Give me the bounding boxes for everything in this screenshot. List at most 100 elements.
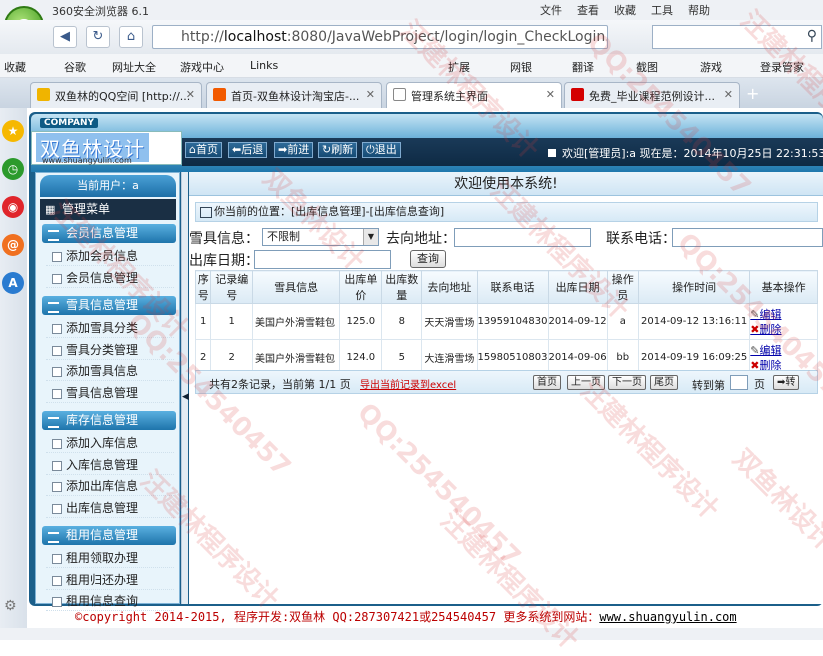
- nav-label: 退出: [374, 143, 397, 156]
- menu-item[interactable]: 租用归还办理: [46, 570, 174, 590]
- equipment-select[interactable]: 不限制 ▼: [262, 228, 379, 246]
- fav-login-manager[interactable]: 登录管家: [760, 59, 804, 75]
- home-button[interactable]: ⌂: [119, 26, 143, 48]
- menu-item[interactable]: 雪具分类管理: [46, 340, 174, 360]
- tab-admin-main[interactable]: 管理系统主界面 ✕: [386, 82, 562, 109]
- menu-tools[interactable]: 工具: [651, 2, 673, 18]
- date-input[interactable]: [254, 250, 391, 269]
- column-header: 联系电话: [476, 270, 549, 304]
- fav-games-center[interactable]: 游戏中心: [180, 59, 224, 75]
- new-tab-button[interactable]: +: [746, 84, 759, 103]
- nav-forward-button[interactable]: ➡前进: [274, 142, 314, 158]
- export-excel-link[interactable]: 导出当前记录到excel: [360, 376, 456, 391]
- menu-group-header[interactable]: 库存信息管理: [42, 411, 176, 430]
- delete-link[interactable]: ✖删除: [750, 322, 817, 337]
- back-button[interactable]: ◀: [53, 26, 77, 48]
- pencil-icon: ✎: [750, 343, 760, 357]
- menu-item[interactable]: 租用领取办理: [46, 548, 174, 568]
- url-host: localhost: [223, 29, 287, 45]
- tab-taobao[interactable]: 首页-双鱼林设计淘宝店-... ✕: [206, 82, 382, 108]
- tab-label: 首页-双鱼林设计淘宝店-...: [231, 90, 360, 103]
- menu-group-header[interactable]: 雪具信息管理: [42, 296, 176, 315]
- welcome-text: 欢迎[管理员]:a 现在是：2014年10月25日 22:31:53: [562, 147, 823, 160]
- menu-group-header[interactable]: 会员信息管理: [42, 224, 176, 243]
- menu-item[interactable]: 添加入库信息: [46, 433, 174, 453]
- phone-label: 联系电话：: [606, 231, 676, 247]
- last-page-button[interactable]: 尾页: [650, 375, 678, 390]
- fav-collect[interactable]: 收藏: [4, 59, 26, 75]
- prev-page-button[interactable]: 上一页: [567, 375, 605, 390]
- menu-item[interactable]: 雪具信息管理: [46, 383, 174, 403]
- edit-link[interactable]: ✎编辑: [750, 343, 817, 358]
- brand-logo: 双鱼林设计 www.shuangyulin.com: [31, 131, 182, 165]
- menu-item[interactable]: 会员信息管理: [46, 268, 174, 288]
- browser-search-input[interactable]: ⚲: [652, 25, 822, 49]
- menu-item[interactable]: 添加会员信息: [46, 246, 174, 266]
- fav-extensions[interactable]: 扩展: [448, 59, 470, 75]
- menu-file[interactable]: 文件: [540, 2, 562, 18]
- menu-item[interactable]: 入库信息管理: [46, 455, 174, 475]
- fav-google[interactable]: 谷歌: [64, 59, 86, 75]
- nav-logout-button[interactable]: ⏻退出: [362, 142, 401, 158]
- settings-icon[interactable]: ⚙: [4, 598, 17, 614]
- destination-label: 去向地址：: [386, 231, 456, 247]
- clock-icon[interactable]: ◷: [2, 158, 24, 180]
- menu-group-header[interactable]: 租用信息管理: [42, 526, 176, 545]
- management-menu-label: 管理菜单: [62, 202, 111, 216]
- nav-back-button[interactable]: ⬅后退: [228, 142, 268, 158]
- grid-icon: ▦: [45, 203, 56, 216]
- edit-link[interactable]: ✎编辑: [750, 307, 817, 322]
- tab-qq-space[interactable]: 双鱼林的QQ空间 [http://... ✕: [30, 82, 202, 108]
- nav-refresh-button[interactable]: ↻刷新: [318, 142, 358, 158]
- menu-favorites[interactable]: 收藏: [614, 2, 636, 18]
- menu-item[interactable]: 添加雪具信息: [46, 361, 174, 381]
- taobao-icon: [213, 88, 226, 101]
- first-page-button[interactable]: 首页: [533, 375, 561, 390]
- tab-free-course[interactable]: 免费_毕业课程范例设计... ✕: [564, 82, 740, 108]
- fav-banking[interactable]: 网银: [510, 59, 532, 75]
- mail-icon[interactable]: @: [2, 234, 24, 256]
- equipment-label: 雪具信息：: [189, 231, 259, 247]
- close-icon[interactable]: ✕: [546, 88, 555, 101]
- tab-label: 双鱼林的QQ空间 [http://...: [55, 90, 191, 103]
- browser-sidebar: [0, 108, 27, 640]
- next-page-button[interactable]: 下一页: [608, 375, 646, 390]
- collapse-arrow-icon[interactable]: ◀: [182, 392, 189, 402]
- close-icon[interactable]: ✕: [724, 88, 733, 101]
- square-icon: [548, 149, 556, 157]
- chevron-down-icon[interactable]: ▼: [363, 229, 378, 245]
- fav-translate[interactable]: 翻译: [572, 59, 594, 75]
- panel-splitter[interactable]: ◀: [181, 172, 189, 604]
- menu-view[interactable]: 查看: [577, 2, 599, 18]
- star-icon[interactable]: ★: [2, 120, 24, 142]
- refresh-button[interactable]: ↻: [86, 26, 110, 48]
- destination-input[interactable]: [454, 228, 591, 247]
- delete-label: 删除: [759, 322, 782, 336]
- goto-button-label: 转: [785, 377, 796, 388]
- query-button[interactable]: 查询: [410, 250, 446, 268]
- fav-sites[interactable]: 网址大全: [112, 59, 156, 75]
- menu-item[interactable]: 添加雪具分类: [46, 318, 174, 338]
- search-icon[interactable]: ⚲: [807, 28, 817, 44]
- close-icon[interactable]: ✕: [186, 88, 195, 101]
- app-icon[interactable]: A: [2, 272, 24, 294]
- goto-button[interactable]: ➡转: [773, 375, 800, 390]
- url-input[interactable]: http://localhost:8080/JavaWebProject/log…: [152, 25, 608, 49]
- url-rest: :8080/JavaWebProject/login/login_CheckLo…: [286, 29, 608, 45]
- menu-item[interactable]: 添加出库信息: [46, 476, 174, 496]
- delete-x-icon: ✖: [750, 322, 760, 336]
- menu-help[interactable]: 帮助: [688, 2, 710, 18]
- table-cell: 125.0: [339, 303, 383, 340]
- footer-site-link[interactable]: www.shuangyulin.com: [599, 610, 736, 624]
- fav-games[interactable]: 游戏: [700, 59, 722, 75]
- fav-links[interactable]: Links: [250, 59, 278, 72]
- column-header: 序号: [194, 270, 212, 304]
- menu-item[interactable]: 出库信息管理: [46, 498, 174, 518]
- nav-home-button[interactable]: ⌂首页: [185, 142, 222, 158]
- weibo-icon[interactable]: ◉: [2, 196, 24, 218]
- goto-page-input[interactable]: [730, 375, 748, 390]
- table-cell: 1: [210, 303, 253, 340]
- close-icon[interactable]: ✕: [366, 88, 375, 101]
- phone-input[interactable]: [672, 228, 823, 247]
- fav-screenshot[interactable]: 截图: [636, 59, 658, 75]
